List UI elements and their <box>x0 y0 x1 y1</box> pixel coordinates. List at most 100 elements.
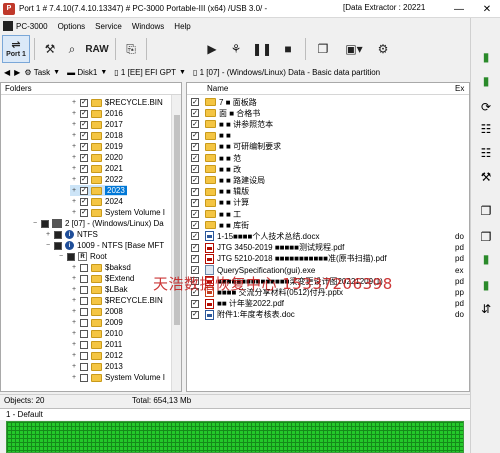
file-checkbox[interactable]: ✓ <box>191 98 199 106</box>
bike-icon[interactable]: ⚘ <box>223 36 249 62</box>
raw-button[interactable]: RAW <box>83 36 111 62</box>
tree-node[interactable]: + $LBak <box>70 284 128 295</box>
copy-icon[interactable]: ❐ <box>477 228 495 246</box>
file-row[interactable]: ✓ 附件1:年度考核表.doc do <box>187 309 469 321</box>
copy-icon[interactable]: ❐ <box>477 202 495 220</box>
breadcrumb-partition1[interactable]: ▯ 1 [EE] EFI GPT ▼ <box>114 68 189 77</box>
tree-expander-icon[interactable]: + <box>70 209 78 216</box>
tree-node[interactable]: + ✓ 2017 <box>70 119 123 130</box>
file-row[interactable]: ✓ ■ ■ 辑版 <box>187 186 469 198</box>
tree-expander-icon[interactable]: + <box>70 363 78 370</box>
file-checkbox[interactable]: ✓ <box>191 109 199 118</box>
port-button[interactable]: ⇌ Port 1 <box>2 35 30 63</box>
tree-expander-icon[interactable]: + <box>70 198 78 205</box>
app-menu[interactable]: PC-3000 <box>3 21 48 31</box>
back-icon[interactable]: ◀ <box>4 68 10 77</box>
tree-node[interactable]: + $Extend <box>70 273 134 284</box>
tree-expander-icon[interactable]: + <box>70 143 78 150</box>
file-row[interactable]: ✓ 7 ■ 面板路 <box>187 96 469 108</box>
tree-checkbox[interactable] <box>80 329 88 338</box>
tree-node[interactable]: +2011 <box>70 339 122 350</box>
tree-checkbox[interactable] <box>80 362 88 371</box>
tree-expander-icon[interactable]: + <box>70 154 78 161</box>
tree-checkbox[interactable]: ✓ <box>80 142 88 151</box>
tree-node[interactable]: + ✓ 2019 <box>70 141 123 152</box>
tree-checkbox[interactable]: ✓ <box>80 197 88 206</box>
tree-node[interactable]: − R Root <box>57 251 107 262</box>
tree-node[interactable]: + $RECYCLE.BIN <box>70 295 163 306</box>
forward-icon[interactable]: ▶ <box>14 68 20 77</box>
green-chip-icon[interactable]: ▮ <box>477 48 495 66</box>
stop-icon[interactable]: ■ <box>275 36 301 62</box>
file-row[interactable]: ✓ ■ ■ 工 <box>187 208 469 220</box>
tree-node[interactable]: + ✓ System Volume I <box>70 207 165 218</box>
file-checkbox[interactable]: ✓ <box>191 243 199 252</box>
tree-node[interactable]: + ✓ $RECYCLE.BIN <box>70 97 163 108</box>
tree-checkbox[interactable]: ✓ <box>80 175 88 184</box>
file-checkbox[interactable]: ✓ <box>191 187 199 196</box>
file-row[interactable]: ✓ ■ ■ 改 <box>187 163 469 175</box>
tree-checkbox[interactable]: ✓ <box>80 98 88 107</box>
tree-expander-icon[interactable]: + <box>70 330 78 337</box>
column-header-ext[interactable]: Ex <box>455 83 464 94</box>
sliders-icon[interactable]: ☷ <box>477 120 495 138</box>
tree-expander-icon[interactable]: + <box>70 132 78 139</box>
breadcrumb-partition2[interactable]: ▯ 1 [07] - (Windows/Linux) Data - Basic … <box>193 68 380 77</box>
file-row[interactable]: ✓ ■ ■ 可研编制要求 <box>187 141 469 153</box>
file-checkbox[interactable]: ✓ <box>191 120 199 129</box>
tree-node[interactable]: + i NTFS <box>44 229 98 240</box>
tree-node[interactable]: + ✓ 2022 <box>70 174 123 185</box>
disk-icon[interactable]: ⎘ <box>120 36 142 62</box>
copy-icon[interactable]: ❐ <box>310 36 336 62</box>
tree-node[interactable]: +2013 <box>70 361 123 372</box>
tree-checkbox[interactable] <box>67 252 75 261</box>
tree-node[interactable]: +2008 <box>70 306 123 317</box>
tree-checkbox[interactable]: ✓ <box>80 131 88 140</box>
search-icon[interactable]: ⌕ <box>61 36 83 62</box>
refresh-icon[interactable]: ⟳ <box>477 98 495 116</box>
tree-checkbox[interactable] <box>80 318 88 327</box>
tree-expander-icon[interactable]: + <box>44 231 52 238</box>
tree-expander-icon[interactable]: + <box>70 374 78 381</box>
tree-checkbox[interactable] <box>80 351 88 360</box>
tree-checkbox[interactable] <box>80 274 88 283</box>
breadcrumb-task[interactable]: ⚙ Task ▼ <box>24 68 63 77</box>
tools-icon[interactable]: ⚒ <box>477 168 495 186</box>
tree-node[interactable]: + ✓ 2018 <box>70 130 123 141</box>
file-checkbox[interactable]: ✓ <box>191 142 199 151</box>
tree-expander-icon[interactable]: + <box>70 165 78 172</box>
menu-help[interactable]: Help <box>174 22 190 31</box>
arrows-icon[interactable]: ⇵ <box>477 300 495 318</box>
tree-checkbox[interactable]: ✓ <box>80 153 88 162</box>
menu-windows[interactable]: Windows <box>132 22 164 31</box>
settings-icon[interactable]: ⚙ <box>372 36 394 62</box>
file-row[interactable]: ✓ ■ ■ 库街 <box>187 219 469 231</box>
play-icon[interactable]: ▶ <box>201 36 223 62</box>
tree-checkbox[interactable] <box>80 263 88 272</box>
file-checkbox[interactable]: ✓ <box>191 198 199 207</box>
pause-icon[interactable]: ❚❚ <box>249 36 275 62</box>
menu-options[interactable]: Options <box>58 22 86 31</box>
tree-checkbox[interactable]: ✓ <box>80 208 88 217</box>
folders-scrollbar[interactable] <box>171 95 181 391</box>
green-chip-icon[interactable]: ▮ <box>477 250 495 268</box>
tree-expander-icon[interactable]: + <box>70 275 78 282</box>
tree-expander-icon[interactable]: + <box>70 352 78 359</box>
tree-node[interactable]: − i 1009 - NTFS [Base MFT <box>44 240 164 251</box>
tree-node[interactable]: − 2 [07] - (Windows/Linux) Da <box>31 218 164 229</box>
tree-checkbox[interactable] <box>80 340 88 349</box>
column-header-name[interactable]: Name <box>207 83 228 94</box>
tree-checkbox[interactable]: ✓ <box>80 120 88 129</box>
tree-expander-icon[interactable]: + <box>70 297 78 304</box>
tree-checkbox[interactable] <box>80 296 88 305</box>
tree-node[interactable]: + System Volume I <box>70 372 165 383</box>
file-checkbox[interactable]: ✓ <box>191 299 199 308</box>
file-checkbox[interactable]: ✓ <box>191 232 199 241</box>
file-checkbox[interactable]: ✓ <box>191 131 199 140</box>
file-checkbox[interactable]: ✓ <box>191 210 199 218</box>
tree-checkbox[interactable] <box>41 219 49 228</box>
tree-node[interactable]: +2012 <box>70 350 123 361</box>
tree-expander-icon[interactable]: + <box>70 308 78 315</box>
green-chip-icon[interactable]: ▮ <box>477 72 495 90</box>
file-row[interactable]: ✓ ■■ 计年鉴2022.pdf pd <box>187 298 469 310</box>
